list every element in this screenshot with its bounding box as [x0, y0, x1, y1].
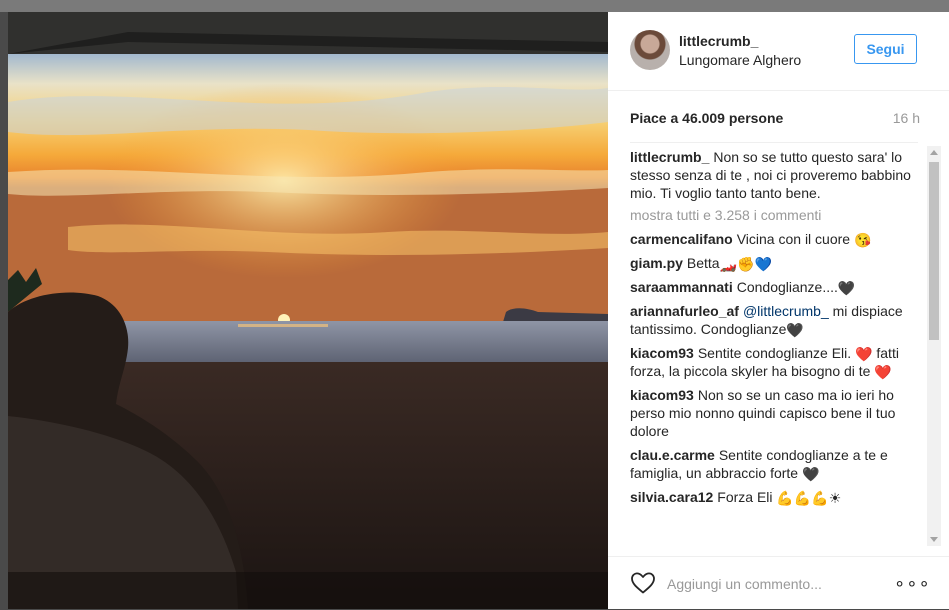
caption: littlecrumb_ Non so se tutto questo sara'… — [630, 148, 920, 202]
likes-row: Piace a 46.009 persone 16 h — [630, 110, 920, 128]
scroll-up-arrow-icon[interactable] — [930, 150, 938, 155]
overlay-backdrop — [0, 0, 949, 12]
heart-outline-icon[interactable] — [630, 571, 656, 595]
comment-text: Condoglianze.... — [736, 279, 838, 295]
post-location[interactable]: Lungomare Alghero — [679, 52, 801, 68]
more-options-icon[interactable]: ∘∘∘ — [894, 573, 930, 593]
list-item: kiacom93 Non so se un caso ma io ieri ho … — [630, 386, 920, 440]
scroll-down-arrow-icon[interactable] — [930, 537, 938, 542]
post-username[interactable]: littlecrumb_ — [679, 33, 758, 49]
comment-username[interactable]: giam.py — [630, 255, 683, 271]
post-header: littlecrumb_ Lungomare Alghero Segui — [608, 12, 949, 91]
comment-mention[interactable]: @littlecrumb_ — [743, 303, 829, 319]
list-item: silvia.cara12 Forza Eli 💪💪💪☀ — [630, 488, 920, 506]
comment-text: Sentite condoglianze Eli. — [697, 345, 852, 361]
post-time[interactable]: 16 h — [893, 110, 920, 126]
comment-bar: ∘∘∘ — [608, 556, 949, 610]
post-details-panel: littlecrumb_ Lungomare Alghero Segui Pia… — [608, 12, 949, 609]
comment-text: Forza Eli — [717, 489, 773, 505]
list-item: ariannafurleo_af @littlecrumb_ mi dispiac… — [630, 302, 920, 338]
comment-emoji: 🏎️✊💙 — [719, 256, 772, 272]
list-item: clau.e.carme Sentite condoglianze a te e … — [630, 446, 920, 482]
comment-username[interactable]: saraammannati — [630, 279, 733, 295]
comment-emoji: ❤️ — [874, 364, 892, 380]
post-photo[interactable] — [8, 12, 608, 609]
comment-username[interactable]: carmencalifano — [630, 231, 733, 247]
comments-list: littlecrumb_ Non so se tutto questo sara'… — [630, 148, 920, 544]
divider — [630, 142, 918, 143]
comment-username[interactable]: clau.e.carme — [630, 447, 715, 463]
likes-count[interactable]: Piace a 46.009 persone — [630, 110, 783, 126]
avatar[interactable] — [630, 30, 670, 70]
comments-scrollbar[interactable] — [927, 146, 941, 546]
comment-emoji: 🖤 — [801, 466, 820, 482]
comment-username[interactable]: kiacom93 — [630, 387, 694, 403]
comment-text: Betta — [686, 255, 720, 271]
list-item: saraammannati Condoglianze....🖤 — [630, 278, 920, 296]
comment-username[interactable]: silvia.cara12 — [630, 489, 713, 505]
list-item: kiacom93 Sentite condoglianze Eli. ❤️ fat… — [630, 344, 920, 380]
comment-username[interactable]: kiacom93 — [630, 345, 694, 361]
show-all-comments-link[interactable]: mostra tutti e 3.258 i commenti — [630, 206, 920, 224]
comment-input[interactable] — [665, 571, 869, 597]
list-item: giam.py Betta🏎️✊💙 — [630, 254, 920, 272]
follow-button[interactable]: Segui — [854, 34, 917, 64]
comment-emoji: 🖤 — [837, 280, 856, 296]
comment-emoji: 💪💪💪☀ — [776, 490, 842, 506]
scrollbar-thumb[interactable] — [929, 162, 939, 340]
comment-emoji: 🖤 — [786, 322, 804, 338]
comment-emoji: 😘 — [853, 232, 872, 248]
comment-username[interactable]: ariannafurleo_af — [630, 303, 739, 319]
list-item: carmencalifano Vicina con il cuore 😘 — [630, 230, 920, 248]
caption-username[interactable]: littlecrumb_ — [630, 149, 709, 165]
comment-text: Vicina con il cuore — [736, 231, 851, 247]
comment-emoji: ❤️ — [855, 346, 873, 362]
